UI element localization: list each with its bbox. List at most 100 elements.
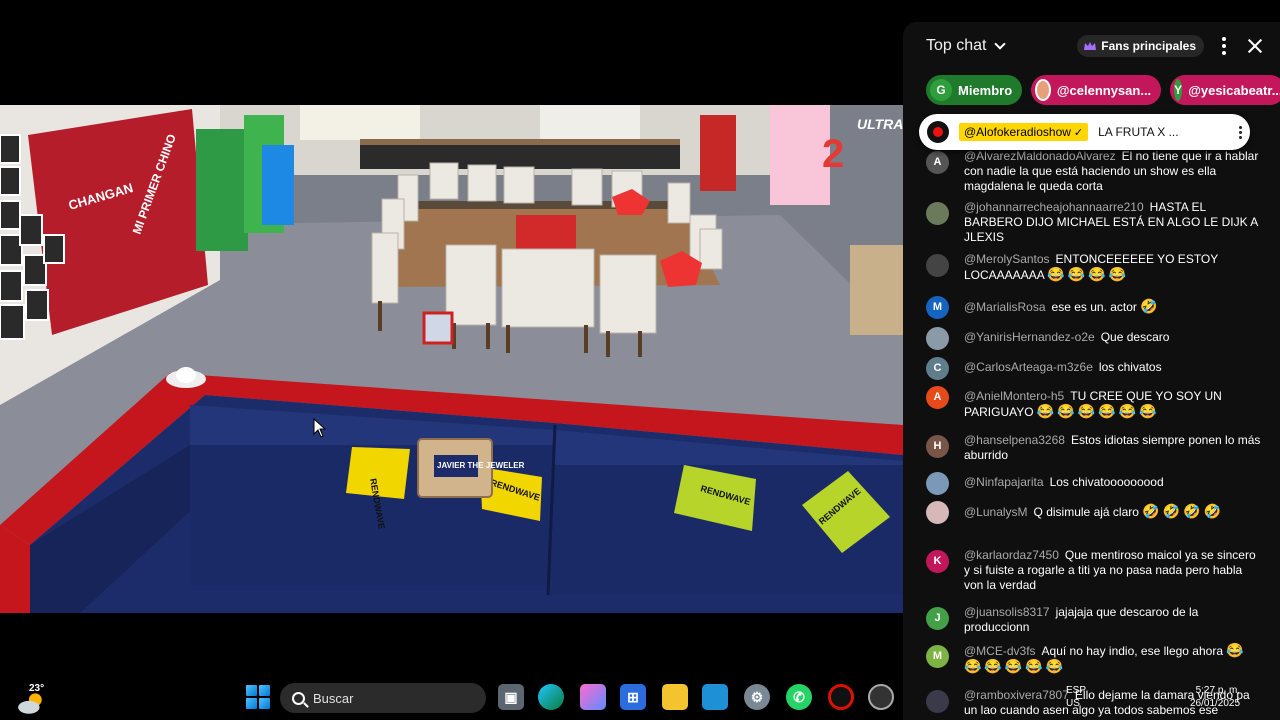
app-icon[interactable] — [702, 684, 728, 710]
mouse-cursor-icon — [313, 418, 327, 438]
message-author: @johannarrecheajohannaarre210 — [964, 200, 1144, 214]
chat-message[interactable]: @johannarrecheajohannaarre210 HASTA EL BA… — [903, 200, 1280, 245]
file-explorer-icon[interactable] — [662, 684, 688, 710]
message-text: Los chivatooooooood — [1049, 475, 1164, 489]
chip-member[interactable]: G Miembro — [926, 75, 1023, 105]
chat-mode-dropdown[interactable]: Top chat — [926, 37, 1007, 55]
chat-message[interactable]: @Ninfapajarita Los chivatooooooood — [903, 472, 1280, 495]
chevron-down-icon — [994, 38, 1007, 50]
edge-browser-icon[interactable] — [538, 684, 564, 710]
message-text: Que descaro — [1100, 330, 1170, 344]
input-language[interactable]: ESP US — [1066, 684, 1086, 710]
chat-title: Top chat — [926, 37, 987, 54]
ultra-logo-text: ULTRA — [857, 116, 903, 132]
filter-chips: G Miembro @celennysan... Y @yesicabeatr.… — [903, 70, 1280, 110]
top-fans-button[interactable]: Fans principales — [1077, 35, 1204, 57]
user-avatar: H — [926, 435, 949, 458]
more-options-icon[interactable] — [1214, 35, 1234, 57]
message-author: @CarlosArteaga-m3z6e — [964, 360, 1093, 374]
chat-message[interactable]: @LunalysM Q disimule ajá claro 🤣🤣🤣🤣 — [903, 501, 1280, 524]
message-emoji: 😂😂😂😂 — [1047, 266, 1130, 282]
user-avatar: K — [926, 550, 949, 573]
chat-message[interactable]: @YanirisHernandez-o2e Que descaro — [903, 327, 1280, 350]
clock-app-icon[interactable] — [868, 684, 894, 710]
chat-message[interactable]: K @karlaordaz7450 Que mentiroso maicol ya… — [903, 548, 1280, 593]
chat-header: Top chat Fans principales — [903, 22, 1280, 70]
chip-avatar — [1035, 79, 1051, 101]
message-author: @YanirisHernandez-o2e — [964, 330, 1095, 344]
chat-message[interactable]: A @AnielMontero-h5 TU CREE QUE YO SOY UN … — [903, 386, 1280, 420]
user-avatar: M — [926, 296, 949, 319]
chip-user-celenny[interactable]: @celennysan... — [1031, 75, 1162, 105]
chat-message[interactable]: A @AlvarezMaldonadoAlvarez El no tiene qu… — [903, 149, 1280, 194]
counter-number: 2 — [822, 132, 844, 176]
store-icon[interactable]: ⊞ — [620, 684, 646, 710]
user-avatar: C — [926, 357, 949, 380]
chat-message[interactable]: H @hanselpena3268 Estos idiotas siempre p… — [903, 433, 1280, 463]
live-chat-panel: Top chat Fans principales G Miembro @cel… — [903, 22, 1280, 720]
screen: CHANGAN MI PRIMER CHINO 2 ULTRA RENDWAVE… — [0, 0, 1280, 720]
search-icon — [292, 691, 305, 705]
chat-message[interactable]: M @MarialisRosa ese es un. actor 🤣 — [903, 296, 1280, 319]
copilot-icon[interactable] — [580, 684, 606, 710]
message-text: los chivatos — [1098, 360, 1162, 374]
settings-gear-icon[interactable]: ⚙ — [744, 684, 770, 710]
pinned-author: @Alofokeradioshow — [964, 125, 1071, 139]
message-text: Q disimule ajá claro — [1033, 505, 1139, 519]
video-frame: CHANGAN MI PRIMER CHINO 2 ULTRA RENDWAVE… — [0, 105, 903, 613]
pinned-message[interactable]: @Alofokeradioshow ✓ LA FRUTA X ... — [919, 114, 1250, 150]
message-author: @AnielMontero-h5 — [964, 389, 1065, 403]
user-avatar: A — [926, 386, 949, 409]
message-author: @AlvarezMaldonadoAlvarez — [964, 149, 1116, 163]
chip-label: Miembro — [958, 82, 1013, 98]
crown-icon — [1084, 41, 1097, 50]
message-emoji: 😂😂😂😂😂😂 — [1036, 403, 1160, 419]
opera-browser-icon[interactable] — [828, 684, 854, 710]
search-label: Buscar — [313, 690, 354, 706]
pinned-text: LA FRUTA X ... — [1098, 125, 1179, 139]
message-emoji: 🤣 — [1140, 298, 1161, 314]
message-author: @LunalysM — [964, 505, 1028, 519]
clock-time: 5:27 p. m. — [1195, 685, 1241, 696]
user-avatar — [926, 501, 949, 524]
message-author: @MCE-dv3fs — [964, 644, 1036, 658]
pinned-author-badge: @Alofokeradioshow ✓ — [959, 123, 1089, 141]
start-button-icon[interactable] — [246, 685, 270, 709]
user-avatar: J — [926, 607, 949, 630]
message-author: @hanselpena3268 — [964, 433, 1065, 447]
verified-icon: ✓ — [1073, 126, 1084, 139]
chat-message[interactable]: C @CarlosArteaga-m3z6e los chivatos — [903, 357, 1280, 380]
chat-message[interactable]: @MerolySantos ENTONCEEEEEE YO ESTOY LOCAA… — [903, 252, 1280, 283]
language-line-2: US — [1066, 698, 1080, 709]
chip-label: @celennysan... — [1056, 82, 1152, 98]
clock-date: 26/01/2025 — [1190, 698, 1241, 709]
pinned-avatar — [927, 121, 949, 143]
pinned-more-icon[interactable] — [1239, 125, 1242, 139]
video-player[interactable]: CHANGAN MI PRIMER CHINO 2 ULTRA RENDWAVE… — [0, 105, 903, 613]
close-icon[interactable] — [1244, 35, 1266, 57]
chip-user-yesica[interactable]: Y @yesicabeatr... — [1170, 75, 1280, 105]
message-author: @Ninfapajarita — [964, 475, 1044, 489]
user-avatar — [926, 254, 949, 277]
system-clock[interactable]: 5:27 p. m. 26/01/2025 — [1190, 684, 1240, 710]
user-avatar — [926, 327, 949, 350]
message-text: ese es un. actor — [1051, 300, 1137, 314]
weather-temp: 23° — [29, 683, 45, 694]
whatsapp-icon[interactable]: ✆ — [786, 684, 812, 710]
top-fans-label: Fans principales — [1101, 39, 1196, 53]
message-author: @MarialisRosa — [964, 300, 1046, 314]
user-avatar — [926, 472, 949, 495]
taskbar-search[interactable]: Buscar — [280, 683, 486, 713]
user-avatar: A — [926, 151, 949, 174]
chip-label: @yesicabeatr... — [1188, 82, 1280, 98]
chat-message[interactable]: M @MCE-dv3fs Aquí no hay indio, ese llego… — [903, 643, 1280, 675]
message-emoji: 🤣🤣🤣🤣 — [1142, 503, 1224, 519]
chat-message[interactable]: J @juansolis8317 jajajaja que descaroo de… — [903, 605, 1280, 635]
bag-label: JAVIER THE JEWELER — [437, 461, 525, 470]
task-view-icon[interactable]: ▣ — [498, 684, 524, 710]
user-avatar — [926, 202, 949, 225]
message-text: Aquí no hay indio, ese llego ahora — [1041, 644, 1223, 658]
language-line-1: ESP — [1066, 685, 1087, 696]
user-avatar: M — [926, 645, 949, 668]
message-author: @juansolis8317 — [964, 605, 1050, 619]
